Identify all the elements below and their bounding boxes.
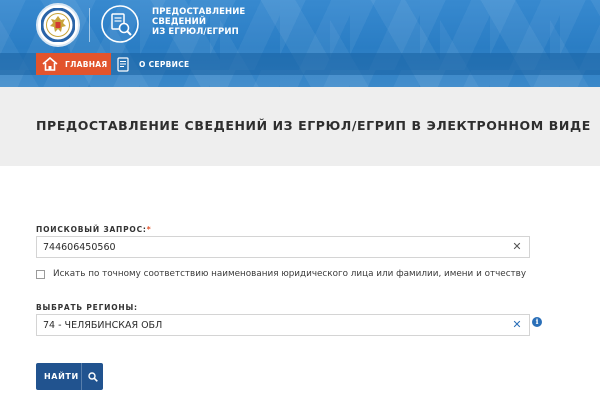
region-select-value: 74 - ЧЕЛЯБИНСКАЯ ОБЛ [43, 319, 163, 331]
search-input-value: 744606450560 [43, 241, 116, 253]
fns-emblem-icon[interactable] [36, 3, 80, 47]
clear-query-icon[interactable]: ✕ [511, 241, 523, 253]
service-title: ПРЕДОСТАВЛЕНИЕ СВЕДЕНИЙ ИЗ ЕГРЮЛ/ЕГРИП [152, 7, 282, 37]
region-label: ВЫБРАТЬ РЕГИОНЫ: [36, 303, 138, 312]
magnifier-icon [81, 363, 103, 390]
nav-item-about[interactable]: О СЕРВИСЕ [117, 53, 189, 75]
main-nav: ГЛАВНАЯ О СЕРВИСЕ [0, 53, 600, 75]
site-header: ПРЕДОСТАВЛЕНИЕ СВЕДЕНИЙ ИЗ ЕГРЮЛ/ЕГРИП Г… [0, 0, 600, 87]
required-mark: * [146, 225, 152, 234]
exact-match-checkbox[interactable] [36, 269, 45, 279]
page-title: ПРЕДОСТАВЛЕНИЕ СВЕДЕНИЙ ИЗ ЕГРЮЛ/ЕГРИП В… [36, 118, 591, 133]
exact-match-row: Искать по точному соответствию наименова… [36, 269, 526, 279]
document-search-icon[interactable] [100, 4, 140, 44]
home-icon [42, 57, 58, 71]
nav-item-home-label: ГЛАВНАЯ [65, 59, 108, 69]
exact-match-label[interactable]: Искать по точному соответствию наименова… [53, 269, 526, 279]
search-button[interactable]: НАЙТИ [36, 363, 103, 390]
document-icon [117, 56, 129, 72]
query-label-text: ПОИСКОВЫЙ ЗАПРОС: [36, 225, 147, 234]
emblem-graphic [41, 8, 75, 42]
clear-region-icon[interactable]: ✕ [511, 319, 523, 331]
service-title-line: СВЕДЕНИЙ [152, 17, 207, 27]
query-label: ПОИСКОВЫЙ ЗАПРОС:* [36, 225, 151, 234]
nav-item-home[interactable]: ГЛАВНАЯ [36, 53, 111, 75]
magnifier-graphic [87, 371, 98, 382]
search-input[interactable]: 744606450560 ✕ [36, 236, 530, 258]
nav-item-about-label: О СЕРВИСЕ [139, 59, 190, 69]
service-title-line: ПРЕДОСТАВЛЕНИЕ [152, 7, 246, 17]
region-select[interactable]: 74 - ЧЕЛЯБИНСКАЯ ОБЛ ✕ [36, 314, 530, 336]
info-icon[interactable]: i [532, 317, 542, 327]
search-button-label: НАЙТИ [44, 372, 79, 381]
service-title-line: ИЗ ЕГРЮЛ/ЕГРИП [152, 27, 239, 37]
title-band: ПРЕДОСТАВЛЕНИЕ СВЕДЕНИЙ ИЗ ЕГРЮЛ/ЕГРИП В… [0, 87, 600, 166]
header-divider [89, 8, 90, 42]
